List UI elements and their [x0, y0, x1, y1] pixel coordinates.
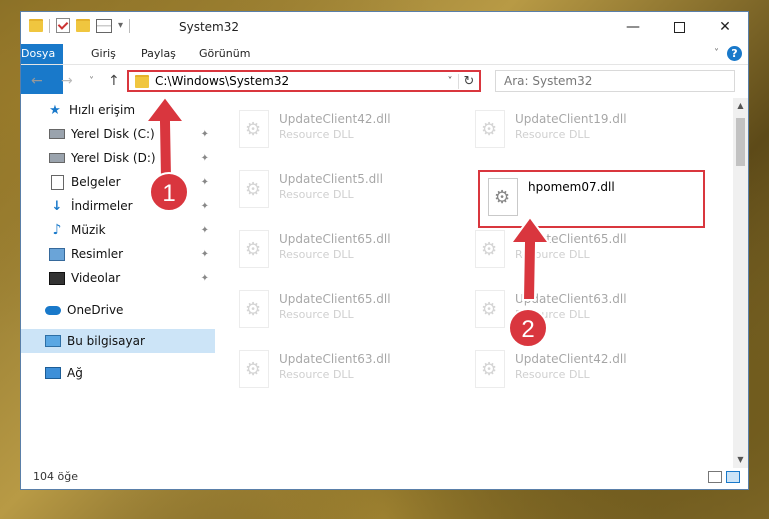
annotation-arrow-2-icon	[509, 215, 551, 301]
step-2-badge: 2	[508, 308, 548, 348]
step-1-badge: 1	[149, 172, 189, 212]
arrow-2	[509, 215, 551, 301]
annotation-overlay	[143, 95, 551, 301]
annotation-arrow-1-icon	[143, 95, 187, 179]
arrow-1	[143, 95, 187, 179]
